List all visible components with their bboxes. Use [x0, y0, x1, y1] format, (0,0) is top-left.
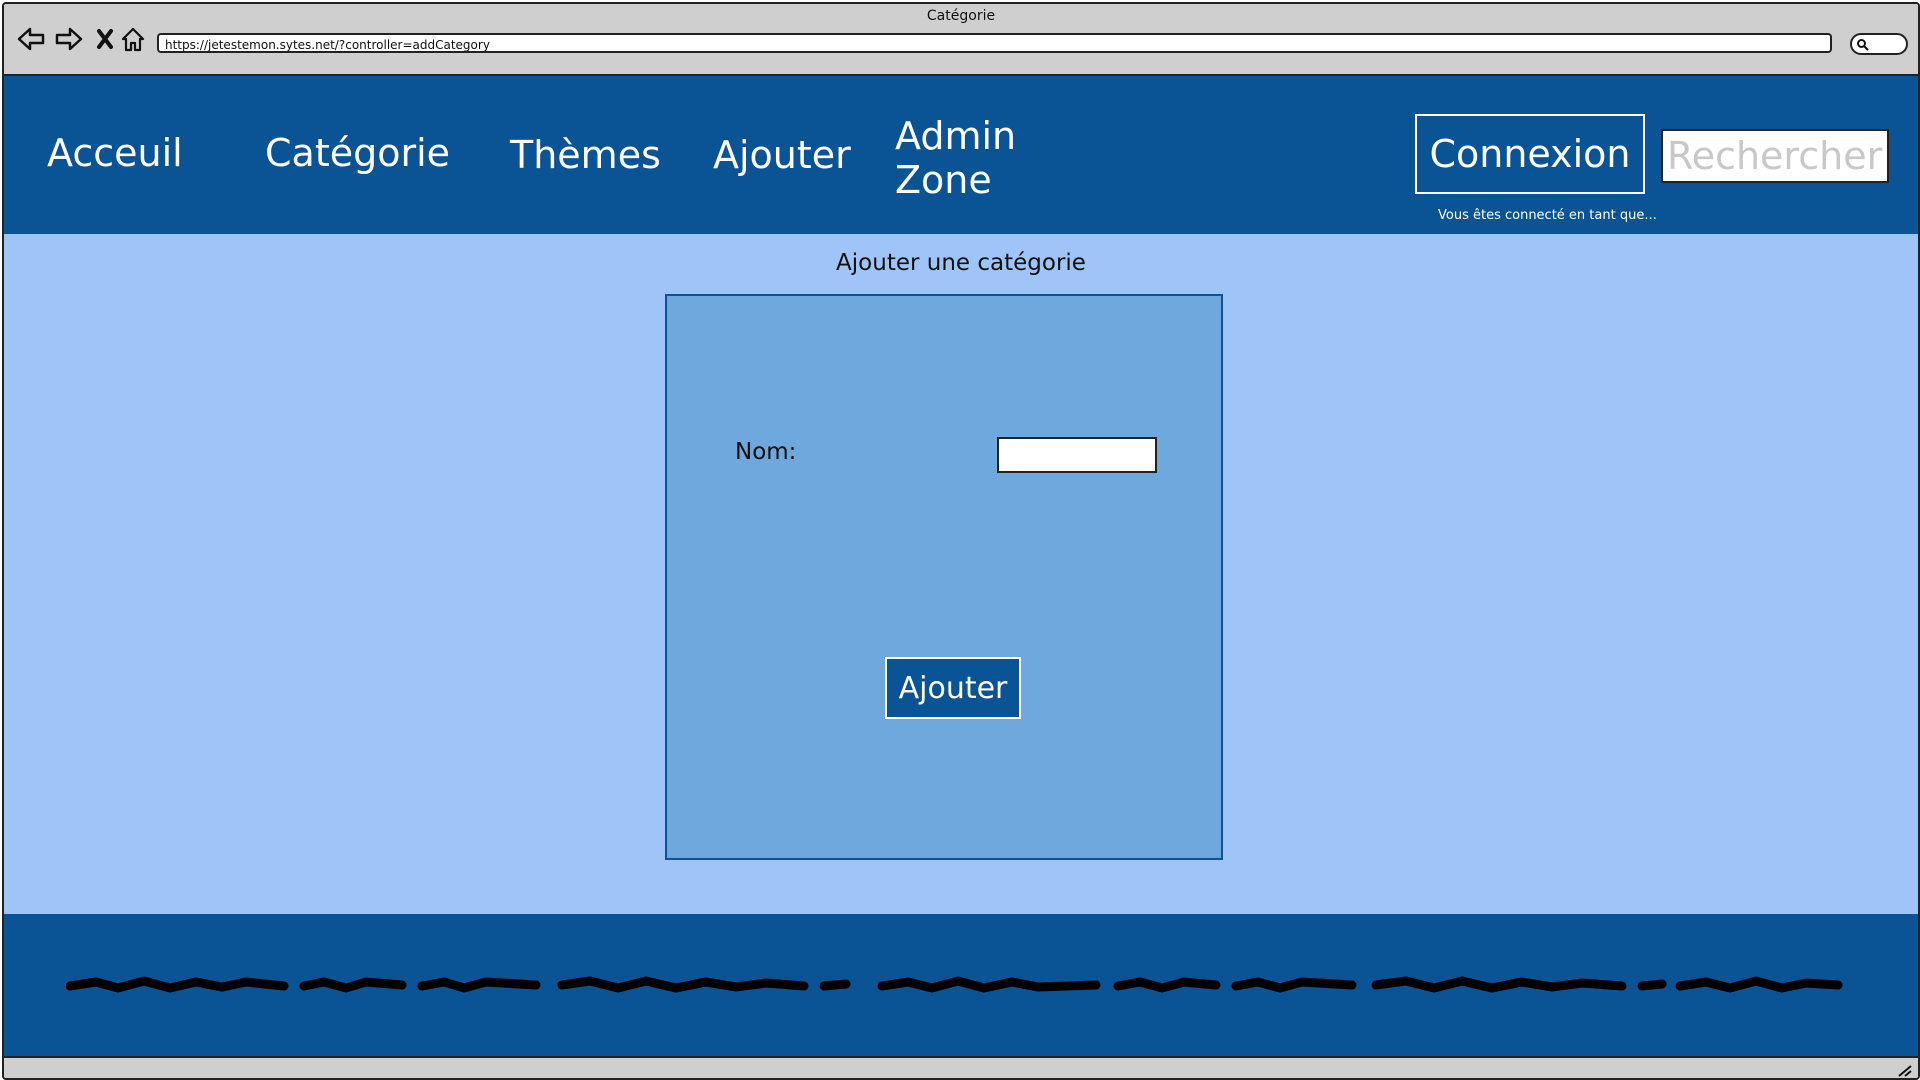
home-icon[interactable]: [118, 24, 148, 54]
search-input[interactable]: [1661, 129, 1889, 183]
menu-item-admin-line2: Zone: [895, 158, 992, 202]
login-button[interactable]: Connexion: [1415, 114, 1645, 194]
name-input[interactable]: [997, 437, 1157, 473]
menu-item-themes[interactable]: Thèmes: [510, 133, 661, 177]
page-title: Ajouter une catégorie: [836, 250, 1086, 276]
menu-item-admin-line1: Admin: [895, 114, 1017, 158]
menu-item-add[interactable]: Ajouter: [713, 133, 851, 177]
close-icon[interactable]: [90, 24, 120, 54]
browser-toolbar: Catégorie https://jetestemon.sytes.net/?…: [4, 4, 1918, 76]
menu-item-category[interactable]: Catégorie: [265, 131, 450, 175]
url-bar[interactable]: https://jetestemon.sytes.net/?controller…: [157, 33, 1832, 53]
login-status-text: Vous êtes connecté en tant que...: [1438, 208, 1657, 223]
menu-item-home[interactable]: Acceuil: [47, 131, 183, 175]
forward-icon[interactable]: [54, 24, 84, 54]
browser-search-field[interactable]: [1850, 33, 1908, 55]
back-icon[interactable]: [16, 24, 46, 54]
search-icon: [1857, 39, 1869, 51]
footer-text-placeholder: [66, 976, 1843, 993]
name-label: Nom:: [735, 439, 797, 465]
browser-status-bar: [4, 1056, 1918, 1078]
browser-window: Catégorie https://jetestemon.sytes.net/?…: [2, 2, 1920, 1080]
resize-grip-icon[interactable]: [1896, 1062, 1914, 1078]
add-category-button[interactable]: Ajouter: [885, 657, 1021, 719]
window-title: Catégorie: [926, 8, 996, 24]
add-category-form: [665, 294, 1223, 860]
menu-item-admin-zone[interactable]: Admin Zone: [895, 114, 1025, 202]
